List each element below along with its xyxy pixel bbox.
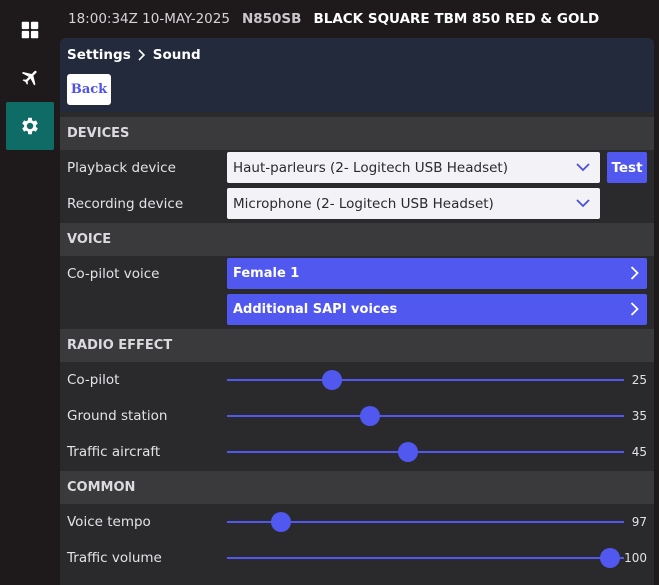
sapi-voices-label: Additional SAPI voices	[233, 302, 398, 317]
airplane-icon	[21, 70, 37, 86]
section-devices: DEVICES	[60, 117, 654, 150]
chevron-down-icon	[576, 199, 590, 208]
test-button[interactable]: Test	[607, 152, 647, 183]
recording-device-value: Microphone (2- Logitech USB Headset)	[233, 195, 494, 212]
copilot-radio-value: 25	[631, 373, 647, 387]
grid-icon	[21, 21, 39, 39]
traffic-aircraft-label: Traffic aircraft	[67, 444, 161, 460]
settings-panel: Settings Sound Back DEVICES Playback dev…	[60, 38, 654, 585]
copilot-voice-button[interactable]: Female 1	[227, 258, 647, 289]
ground-station-slider[interactable]	[227, 406, 624, 426]
playback-device-value: Haut-parleurs (2- Logitech USB Headset)	[233, 159, 508, 176]
sapi-voices-row: Additional SAPI voices	[60, 292, 654, 328]
tail-number: N850SB	[241, 11, 302, 27]
slider-track[interactable]	[227, 451, 624, 453]
breadcrumb-sound: Sound	[152, 47, 201, 63]
chevron-right-icon	[630, 266, 639, 280]
ground-station-label: Ground station	[67, 408, 168, 424]
section-common: COMMON	[60, 471, 654, 504]
traffic-aircraft-slider[interactable]	[227, 442, 624, 462]
slider-thumb[interactable]	[397, 442, 418, 462]
slider-thumb[interactable]	[359, 406, 380, 426]
voice-tempo-label: Voice tempo	[67, 514, 151, 530]
voice-tempo-value: 97	[631, 515, 647, 529]
utc-time: 18:00:34Z 10-MAY-2025	[68, 11, 230, 27]
nav-settings-button[interactable]	[6, 102, 54, 150]
top-status-bar: 18:00:34Z 10-MAY-2025 N850SB BLACK SQUAR…	[68, 0, 659, 38]
nav-dashboard-button[interactable]	[6, 6, 54, 54]
traffic-aircraft-row: Traffic aircraft 45	[60, 434, 654, 470]
traffic-volume-row: Traffic volume 100	[60, 540, 654, 576]
playback-device-row: Playback device Haut-parleurs (2- Logite…	[60, 150, 654, 186]
playback-device-label: Playback device	[67, 160, 176, 176]
ground-station-row: Ground station 35	[60, 398, 654, 434]
chevron-right-icon	[138, 49, 145, 61]
copilot-voice-value: Female 1	[233, 266, 300, 281]
traffic-volume-slider[interactable]	[227, 548, 624, 568]
nav-flight-button[interactable]	[6, 54, 54, 102]
back-button[interactable]: Back	[67, 74, 111, 105]
playback-device-select[interactable]: Haut-parleurs (2- Logitech USB Headset)	[227, 152, 600, 183]
copilot-voice-label: Co-pilot voice	[67, 266, 160, 282]
copilot-radio-slider[interactable]	[227, 370, 624, 390]
chevron-down-icon	[576, 163, 590, 172]
copilot-radio-label: Co-pilot	[67, 372, 120, 388]
slider-thumb[interactable]	[270, 512, 291, 532]
recording-device-row: Recording device Microphone (2- Logitech…	[60, 186, 654, 222]
copilot-radio-row: Co-pilot 25	[60, 362, 654, 398]
traffic-volume-label: Traffic volume	[67, 550, 162, 566]
voice-tempo-slider[interactable]	[227, 512, 624, 532]
traffic-volume-value: 100	[624, 551, 647, 565]
section-voice: VOICE	[60, 223, 654, 256]
left-nav	[0, 0, 60, 585]
slider-track[interactable]	[227, 557, 624, 559]
copilot-voice-row: Co-pilot voice Female 1	[60, 256, 654, 292]
recording-device-label: Recording device	[67, 196, 184, 212]
breadcrumb-settings[interactable]: Settings	[67, 47, 131, 63]
aircraft-name: BLACK SQUARE TBM 850 RED & GOLD	[313, 11, 600, 27]
ground-station-value: 35	[631, 409, 647, 423]
slider-thumb[interactable]	[600, 548, 621, 568]
gear-icon	[22, 117, 38, 135]
slider-thumb[interactable]	[322, 370, 343, 390]
recording-device-select[interactable]: Microphone (2- Logitech USB Headset)	[227, 188, 600, 219]
traffic-aircraft-value: 45	[631, 445, 647, 459]
panel-header: Settings Sound Back	[60, 38, 654, 112]
section-radio-effect: RADIO EFFECT	[60, 329, 654, 362]
breadcrumb: Settings Sound	[67, 47, 201, 63]
slider-track[interactable]	[227, 415, 624, 417]
chevron-right-icon	[630, 302, 639, 316]
voice-tempo-row: Voice tempo 97	[60, 504, 654, 540]
additional-sapi-voices-button[interactable]: Additional SAPI voices	[227, 294, 647, 325]
slider-track[interactable]	[227, 379, 624, 381]
